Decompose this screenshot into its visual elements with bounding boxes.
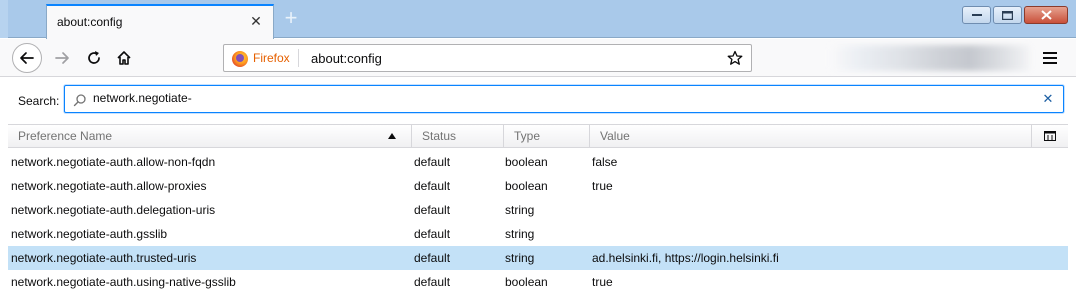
cell-preference-name: network.negotiate-auth.delegation-uris [11,203,216,217]
open-menu-button[interactable] [1038,46,1062,70]
bookmark-star-button[interactable] [725,48,745,68]
cell-status: default [414,275,451,289]
identity-label[interactable]: Firefox [253,51,290,65]
cell-value: false [592,155,618,169]
star-icon [727,50,743,65]
close-icon[interactable]: ✕ [1041,91,1055,107]
cell-preference-name: network.negotiate-auth.gsslib [11,227,168,241]
cell-preference-name: network.negotiate-auth.allow-proxies [11,179,207,193]
home-icon [117,51,131,65]
cell-status: default [414,227,451,241]
back-button[interactable] [12,43,42,73]
cell-type: string [505,227,535,241]
table-row[interactable]: network.negotiate-auth.allow-proxies def… [8,174,1068,198]
cell-value: ad.helsinki.fi, https://login.helsinki.f… [592,251,779,265]
minimize-button[interactable] [962,6,991,24]
close-window-icon [1040,10,1052,20]
firefox-logo-icon [232,51,248,67]
cell-type: string [505,203,535,217]
cell-type: boolean [505,275,548,289]
arrow-left-icon [20,52,34,64]
cell-value: true [592,179,613,193]
hamburger-menu-icon [1043,52,1057,64]
tab-strip: about:config ✕ + [0,0,1076,39]
search-label: Search: [18,94,60,108]
table-row[interactable]: network.negotiate-auth.allow-non-fqdn de… [8,150,1068,174]
new-tab-plus-icon[interactable]: + [280,7,302,30]
table-row[interactable]: network.negotiate-auth.gsslib default st… [8,222,1068,246]
cell-status: default [414,155,451,169]
arrow-right-icon [55,52,69,64]
window-frame-edge [0,0,8,38]
reload-button[interactable] [82,46,106,70]
cell-type: string [505,251,535,265]
table-row[interactable]: network.negotiate-auth.using-native-gssl… [8,270,1068,294]
table-row[interactable]: network.negotiate-auth.delegation-uris d… [8,198,1068,222]
cell-status: default [414,203,451,217]
cell-type: boolean [505,155,548,169]
close-tab-icon[interactable]: ✕ [248,13,264,29]
home-button[interactable] [112,46,136,70]
minimize-icon [971,14,982,16]
forward-button[interactable] [50,46,74,70]
tab-about-config[interactable]: about:config ✕ [46,4,274,39]
table-row-selected[interactable]: network.negotiate-auth.trusted-uris defa… [8,246,1068,270]
magnifier-icon [73,94,86,107]
close-window-button[interactable] [1024,6,1068,24]
toolbar-extensions-area [830,45,1030,71]
reload-icon [88,51,100,64]
column-header-label: Preference Name [18,129,113,143]
preferences-table-header: Preference Name Status Type Value [8,124,1068,148]
cell-preference-name: network.negotiate-auth.trusted-uris [11,251,197,265]
preferences-table-body: network.negotiate-auth.allow-non-fqdn de… [8,150,1068,294]
cell-preference-name: network.negotiate-auth.using-native-gssl… [11,275,236,289]
column-header-label: Status [422,129,457,143]
navigation-toolbar: Firefox about:config [0,39,1076,77]
column-header-status[interactable]: Status [412,125,504,148]
cell-status: default [414,251,451,265]
cell-value: true [592,275,613,289]
maximize-icon [1002,10,1013,20]
cell-type: boolean [505,179,548,193]
column-header-label: Type [514,129,541,143]
cell-status: default [414,179,451,193]
url-separator [298,49,299,67]
column-picker-icon[interactable] [1044,131,1056,141]
window-controls [962,6,1068,24]
tab-title: about:config [57,15,123,29]
sort-ascending-icon [388,133,396,139]
search-input-value: network.negotiate- [93,91,192,105]
maximize-button[interactable] [993,6,1022,24]
url-text[interactable]: about:config [311,51,382,66]
search-row: Search: network.negotiate- ✕ [0,78,1076,122]
url-bar[interactable]: Firefox about:config [223,44,752,72]
column-header-label: Value [600,129,630,143]
column-header-preference-name[interactable]: Preference Name [8,125,412,148]
cell-preference-name: network.negotiate-auth.allow-non-fqdn [11,155,216,169]
column-header-type[interactable]: Type [504,125,590,148]
column-header-value[interactable]: Value [590,125,1032,148]
search-input[interactable]: network.negotiate- ✕ [64,85,1064,113]
